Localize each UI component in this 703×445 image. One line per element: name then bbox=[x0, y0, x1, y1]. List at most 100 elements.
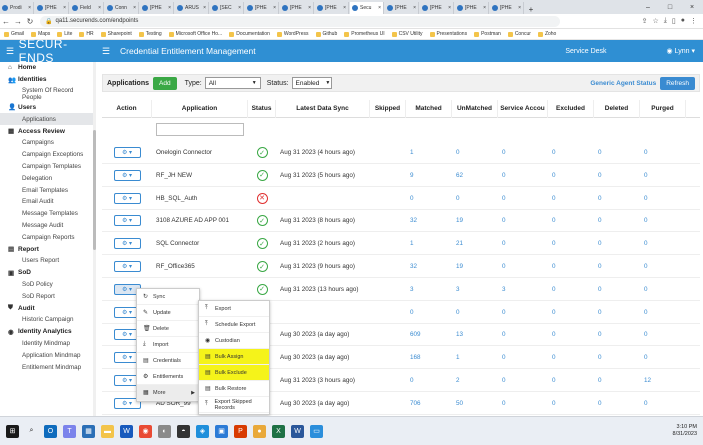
excluded-count[interactable]: 0 bbox=[548, 195, 594, 202]
purged-count[interactable]: 0 bbox=[640, 400, 686, 407]
gear-dropdown-button[interactable]: ⚙ ▾ bbox=[113, 261, 141, 272]
matched-count[interactable]: 0 bbox=[406, 309, 452, 316]
taskbar-app-icon[interactable]: T bbox=[63, 424, 76, 438]
sidebar-item[interactable]: Email Templates bbox=[0, 184, 95, 196]
status-select[interactable]: Enabled ▼ bbox=[291, 77, 332, 89]
close-icon[interactable]: × bbox=[413, 5, 416, 11]
sidebar-item[interactable]: Email Audit bbox=[0, 196, 95, 208]
service-account-count[interactable]: 0 bbox=[498, 149, 548, 156]
maximize-icon[interactable]: □ bbox=[659, 4, 681, 11]
browser-tab[interactable]: Prodi × bbox=[0, 2, 34, 14]
unmatched-count[interactable]: 21 bbox=[452, 240, 498, 247]
sidebar-item[interactable]: Campaign Exceptions bbox=[0, 149, 95, 161]
taskbar-app-icon[interactable]: ▣ bbox=[215, 424, 228, 438]
close-icon[interactable]: × bbox=[63, 5, 66, 11]
sidebar-item[interactable]: ▦ Access Review bbox=[0, 125, 95, 137]
sidebar-item[interactable]: Message Audit bbox=[0, 220, 95, 232]
sidebar-item[interactable]: ▣ SoD bbox=[0, 267, 95, 279]
service-account-count[interactable]: 0 bbox=[498, 263, 548, 270]
application-name[interactable]: 3108 AZURE AD APP 001 bbox=[152, 217, 248, 224]
excluded-count[interactable]: 0 bbox=[548, 400, 594, 407]
menu-item-sync[interactable]: ↻ Sync bbox=[137, 289, 199, 305]
sidebar-item[interactable]: Campaigns bbox=[0, 137, 95, 149]
purged-count[interactable]: 0 bbox=[640, 286, 686, 293]
deleted-count[interactable]: 0 bbox=[594, 149, 640, 156]
url-field[interactable]: 🔒 qa11.securends.com/endpoints bbox=[40, 15, 560, 27]
column-header[interactable]: Application bbox=[152, 99, 248, 118]
browser-tab[interactable]: [PHE × bbox=[490, 2, 524, 14]
bookmark-item[interactable]: WordPress bbox=[276, 31, 309, 37]
close-icon[interactable]: × bbox=[343, 5, 346, 11]
sidebar-item[interactable]: 👤 Users bbox=[0, 102, 95, 114]
service-desk-link[interactable]: Service Desk bbox=[565, 48, 606, 55]
taskbar-app-icon[interactable]: ◉ bbox=[139, 424, 152, 438]
close-icon[interactable]: × bbox=[378, 5, 381, 11]
deleted-count[interactable]: 0 bbox=[594, 286, 640, 293]
sidebar-item[interactable]: ⌂ Home bbox=[0, 62, 95, 74]
taskbar-app-icon[interactable]: W bbox=[120, 424, 133, 438]
matched-count[interactable]: 168 bbox=[406, 354, 452, 361]
excluded-count[interactable]: 0 bbox=[548, 149, 594, 156]
unmatched-count[interactable]: 1 bbox=[452, 354, 498, 361]
unmatched-count[interactable]: 50 bbox=[452, 400, 498, 407]
submenu-item-bulk-exclude[interactable]: ▤ Bulk Exclude bbox=[199, 365, 269, 381]
minimize-icon[interactable]: – bbox=[637, 4, 659, 11]
purged-count[interactable]: 0 bbox=[640, 240, 686, 247]
excluded-count[interactable]: 0 bbox=[548, 240, 594, 247]
new-tab-icon[interactable]: + bbox=[525, 5, 537, 14]
service-account-count[interactable]: 3 bbox=[498, 286, 548, 293]
bookmark-item[interactable]: Zoho bbox=[537, 31, 556, 37]
column-header[interactable]: Latest Data Sync bbox=[276, 99, 370, 118]
sidebar-item[interactable]: Identity Mindmap bbox=[0, 338, 95, 350]
unmatched-count[interactable]: 62 bbox=[452, 172, 498, 179]
submenu-item-custodian[interactable]: ◉ Custodian bbox=[199, 333, 269, 349]
taskbar-app-icon[interactable]: ▦ bbox=[82, 424, 95, 438]
browser-tab[interactable]: [PHE × bbox=[280, 2, 314, 14]
sidebar-item[interactable]: Campaign Reports bbox=[0, 231, 95, 243]
browser-tab[interactable]: Secu × bbox=[350, 2, 384, 14]
add-button[interactable]: Add bbox=[153, 76, 177, 90]
column-header[interactable]: Action bbox=[102, 99, 152, 118]
purged-count[interactable]: 0 bbox=[640, 331, 686, 338]
deleted-count[interactable]: 0 bbox=[594, 263, 640, 270]
gear-dropdown-button[interactable]: ⚙ ▾ bbox=[113, 215, 141, 227]
application-name[interactable]: HB_SQL_Auth bbox=[152, 195, 248, 202]
close-icon[interactable]: × bbox=[168, 5, 171, 11]
gear-dropdown-button[interactable]: ⚙ ▾ bbox=[113, 169, 141, 181]
unmatched-count[interactable]: 0 bbox=[452, 309, 498, 316]
taskbar-app-icon[interactable]: ◓ bbox=[177, 424, 190, 438]
service-account-count[interactable]: 0 bbox=[498, 217, 548, 224]
bookmark-item[interactable]: Github bbox=[315, 31, 337, 37]
application-name[interactable]: SQL Connector bbox=[152, 240, 248, 247]
close-icon[interactable]: × bbox=[98, 5, 101, 11]
close-icon[interactable]: × bbox=[518, 5, 521, 11]
service-account-count[interactable]: 0 bbox=[498, 172, 548, 179]
gear-dropdown-button[interactable]: ⚙ ▾ bbox=[113, 192, 141, 204]
purged-count[interactable]: 0 bbox=[640, 172, 686, 179]
profile-icon[interactable]: ● bbox=[681, 17, 685, 25]
unmatched-count[interactable]: 3 bbox=[452, 286, 498, 293]
excluded-count[interactable]: 0 bbox=[548, 377, 594, 384]
system-clock[interactable]: 3:10 PM 8/31/2023 bbox=[673, 424, 697, 438]
service-account-count[interactable]: 0 bbox=[498, 195, 548, 202]
menu-item-import[interactable]: ⤓ Import bbox=[137, 337, 199, 353]
column-header[interactable]: Status bbox=[248, 99, 276, 118]
purged-count[interactable]: 0 bbox=[640, 195, 686, 202]
application-name[interactable]: RF_JH NEW bbox=[152, 172, 248, 179]
sidebar-item[interactable]: ◉ Identity Analytics bbox=[0, 326, 95, 338]
service-account-count[interactable]: 0 bbox=[498, 354, 548, 361]
column-header[interactable]: Service Accou bbox=[498, 99, 548, 118]
purged-count[interactable]: 0 bbox=[640, 263, 686, 270]
deleted-count[interactable]: 0 bbox=[594, 377, 640, 384]
close-icon[interactable]: × bbox=[483, 5, 486, 11]
close-icon[interactable]: × bbox=[238, 5, 241, 11]
taskbar-app-icon[interactable]: X bbox=[272, 424, 285, 438]
matched-count[interactable]: 609 bbox=[406, 331, 452, 338]
bookmark-item[interactable]: Presentations bbox=[429, 31, 467, 37]
menu-item-update[interactable]: ✎ Update bbox=[137, 305, 199, 321]
purged-count[interactable]: 0 bbox=[640, 309, 686, 316]
service-account-count[interactable]: 0 bbox=[498, 240, 548, 247]
purged-count[interactable]: 12 bbox=[640, 377, 686, 384]
bookmark-item[interactable]: Sharepoint bbox=[100, 31, 132, 37]
back-icon[interactable]: ← bbox=[0, 17, 12, 26]
